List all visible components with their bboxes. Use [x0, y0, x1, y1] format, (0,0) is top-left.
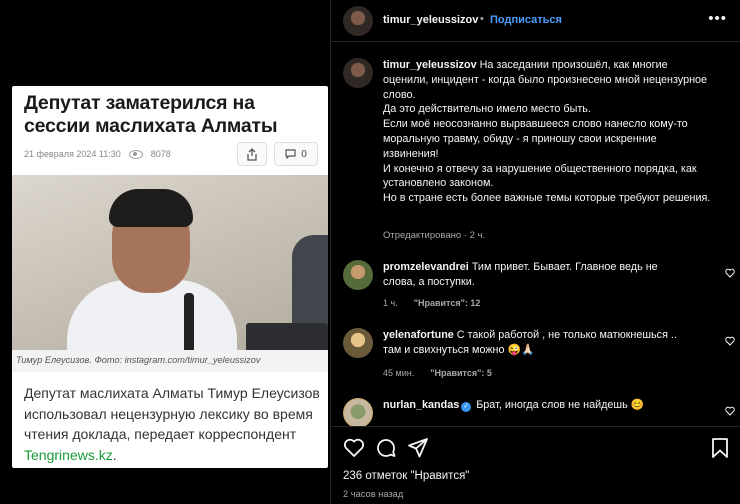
heart-icon[interactable]: [343, 437, 365, 459]
avatar[interactable]: [343, 398, 373, 426]
article-source-link: Tengrinews.kz: [24, 446, 113, 463]
photo-caption: Тимур Елеусизов. Фото: instagram.com/tim…: [12, 350, 328, 372]
likes-count[interactable]: 236 отметок "Нравится": [343, 470, 469, 482]
caption-body: На заседании произошёл, как многие оцени…: [383, 59, 711, 205]
post-header: timur_yeleussizov • Подписаться •••: [331, 0, 740, 42]
article-photo: [12, 175, 328, 350]
article-date: 21 февраля 2024 11:30: [24, 149, 121, 159]
article-body-text: Депутат маслихата Алматы Тимур Елеусизов…: [24, 385, 320, 442]
caption-edited: Отредактировано · 2 ч.: [383, 230, 486, 241]
comment-time: 1 ч.: [383, 298, 398, 308]
heart-icon[interactable]: [725, 406, 735, 416]
comment-text: nurlan_kandas ✓ Брат, иногда слов не найд…: [383, 398, 683, 413]
article-title: Депутат заматерился на сессии маслихата …: [24, 92, 278, 137]
comment-text: promzelevandrei Тим привет. Бывает. Глав…: [383, 260, 683, 290]
comment-likes[interactable]: "Нравится": 12: [414, 298, 481, 308]
bookmark-icon[interactable]: [709, 437, 731, 459]
heart-icon[interactable]: [725, 268, 735, 278]
follow-button[interactable]: Подписаться: [490, 14, 562, 26]
comment: promzelevandrei Тим привет. Бывает. Глав…: [343, 260, 735, 312]
article-body: Депутат маслихата Алматы Тимур Елеусизов…: [24, 383, 322, 465]
separator-dot: •: [480, 13, 484, 25]
article-share-button: [237, 142, 267, 166]
more-icon[interactable]: •••: [708, 10, 727, 27]
avatar[interactable]: [343, 58, 373, 88]
comment-username[interactable]: yelenafortune: [383, 329, 454, 341]
eye-icon: [128, 149, 143, 159]
post-panel: timur_yeleussizov • Подписаться ••• timu…: [330, 0, 740, 504]
article-screenshot: Депутат заматерился на сессии маслихата …: [12, 86, 328, 468]
avatar[interactable]: [343, 260, 373, 290]
verified-icon: ✓: [461, 402, 472, 412]
comment-likes[interactable]: "Нравится": 5: [430, 368, 492, 378]
caption-text: timur_yeleussizov На заседании произошёл…: [383, 58, 715, 206]
comment-icon: [285, 149, 296, 159]
article-views: 8078: [150, 149, 171, 159]
action-bar: [331, 426, 740, 462]
comment-username[interactable]: promzelevandrei: [383, 261, 469, 273]
heart-icon[interactable]: [725, 336, 735, 346]
comment-meta: 1 ч. "Нравится": 12: [383, 298, 480, 308]
comment-body: Брат, иногда слов не найдешь 😊: [476, 399, 645, 411]
article-comments-count: 0: [301, 148, 307, 160]
author-username[interactable]: timur_yeleussizov: [383, 14, 478, 26]
post-time: 2 часов назад: [343, 489, 404, 499]
post-media[interactable]: Депутат заматерился на сессии маслихата …: [0, 0, 330, 504]
comment-time: 45 мин.: [383, 368, 415, 378]
avatar[interactable]: [343, 328, 373, 358]
comment: yelenafortune С такой работой , не тольк…: [343, 328, 735, 380]
comment-username[interactable]: nurlan_kandas: [383, 399, 459, 411]
article-body-end: .: [112, 446, 117, 463]
comment-icon[interactable]: [375, 437, 397, 459]
comment: nurlan_kandas ✓ Брат, иногда слов не найд…: [343, 398, 735, 426]
article-meta: 21 февраля 2024 11:30 8078: [24, 149, 171, 159]
avatar[interactable]: [343, 6, 373, 36]
share-icon[interactable]: [407, 437, 429, 459]
comment-meta: 45 мин. "Нравится": 5: [383, 368, 492, 378]
share-icon: [247, 147, 257, 161]
comment-text: yelenafortune С такой работой , не тольк…: [383, 328, 683, 358]
caption-username[interactable]: timur_yeleussizov: [383, 59, 477, 71]
article-comments-button: 0: [274, 142, 318, 166]
